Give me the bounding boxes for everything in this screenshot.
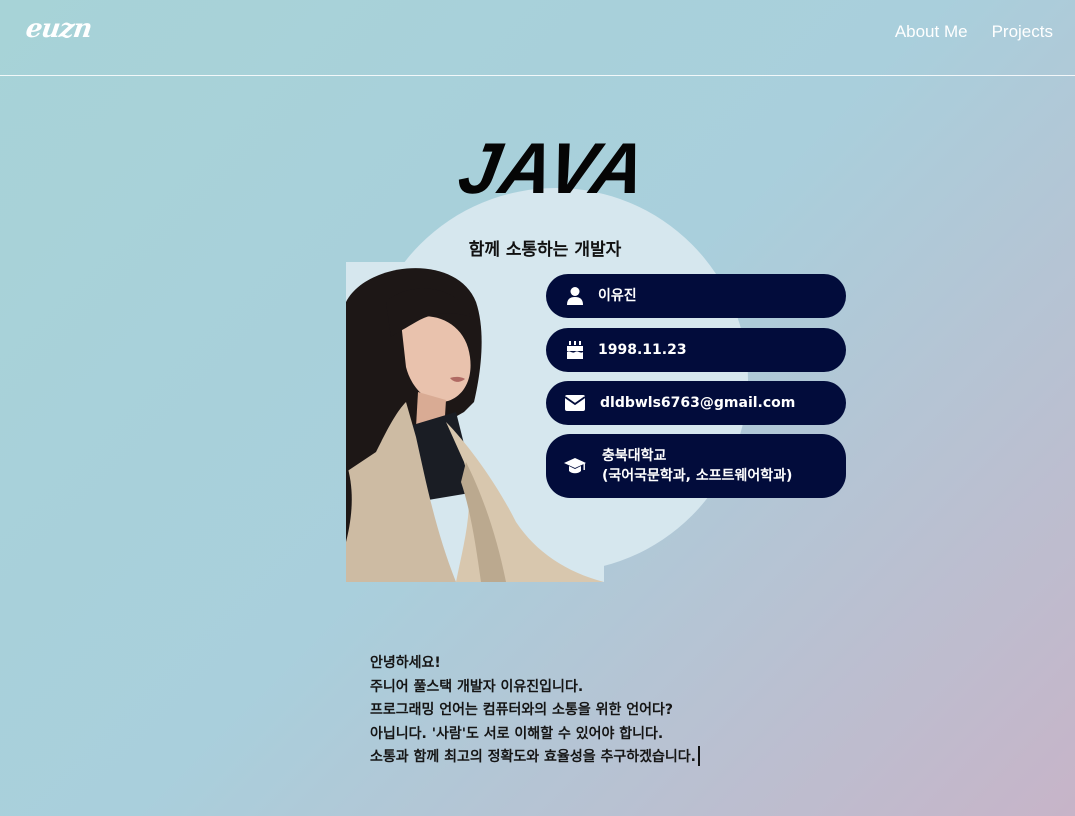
birthdate-text: 1998.11.23: [598, 342, 687, 358]
graduation-cap-icon: [564, 455, 586, 477]
education-text: 충북대학교 (국어국문학과, 소프트웨어학과): [602, 446, 792, 486]
intro-paragraph: 안녕하세요! 주니어 풀스택 개발자 이유진입니다. 프로그래밍 언어는 컴퓨터…: [370, 652, 770, 770]
typing-caret: [697, 746, 700, 766]
intro-line: 프로그래밍 언어는 컴퓨터와의 소통을 위한 언어다?: [370, 702, 673, 718]
site-logo[interactable]: euzn: [24, 14, 93, 44]
education-info-pill: 충북대학교 (국어국문학과, 소프트웨어학과): [546, 434, 846, 498]
envelope-icon: [564, 392, 586, 414]
user-icon: [564, 285, 586, 307]
email-info-pill: dldbwls6763@gmail.com: [546, 381, 846, 425]
intro-line: 아닙니다. '사람'도 서로 이해할 수 있어야 합니다.: [370, 725, 664, 742]
major-name: (국어국문학과, 소프트웨어학과): [602, 468, 793, 484]
main-nav: About Me Projects: [895, 22, 1053, 42]
name-info-pill: 이유진: [546, 274, 846, 318]
intro-line-text: 소통과 함께 최고의 정확도와 효율성을 추구하겠습니다.: [370, 749, 696, 765]
nav-projects-link[interactable]: Projects: [992, 22, 1053, 42]
birthdate-info-pill: 1998.11.23: [546, 328, 846, 372]
school-name: 충북대학교: [602, 448, 667, 464]
nav-about-me-link[interactable]: About Me: [895, 22, 968, 42]
birthday-cake-icon: [564, 339, 586, 361]
hero-title: JAVA: [452, 129, 653, 209]
hero-subtitle: 함께 소통하는 개발자: [468, 240, 622, 260]
email-text[interactable]: dldbwls6763@gmail.com: [600, 393, 795, 413]
intro-line-last: 소통과 함께 최고의 정확도와 효율성을 추구하겠습니다.: [370, 746, 770, 770]
site-header: euzn About Me Projects: [0, 0, 1075, 76]
intro-line: 안녕하세요!: [370, 655, 441, 671]
name-text: 이유진: [598, 288, 637, 304]
intro-line: 주니어 풀스택 개발자 이유진입니다.: [370, 678, 584, 695]
